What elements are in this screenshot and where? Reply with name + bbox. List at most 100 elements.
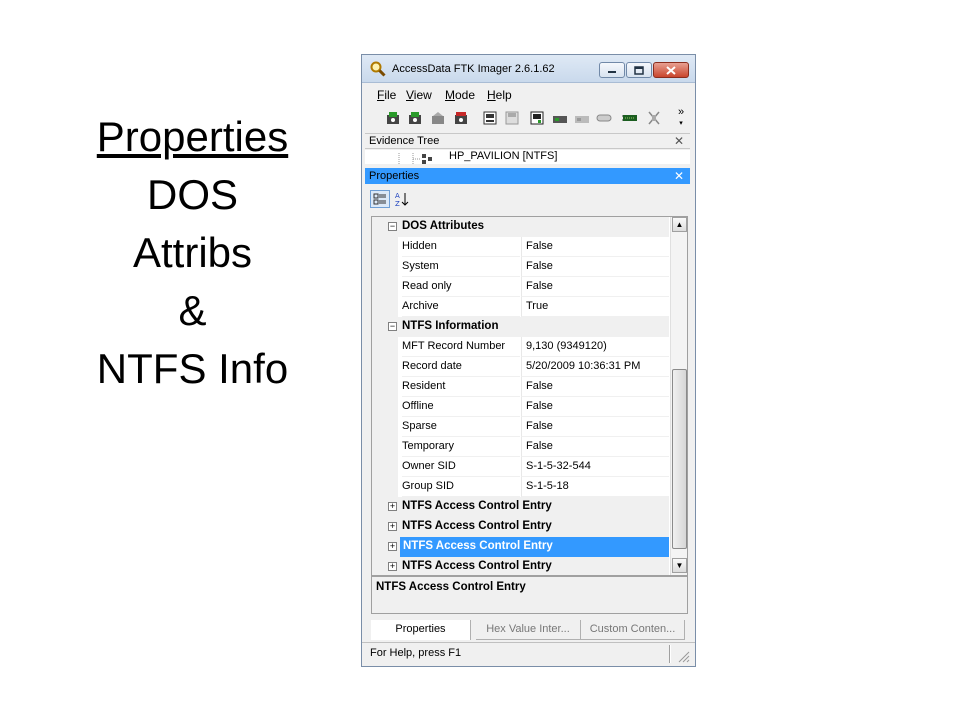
title-bar[interactable]: AccessData FTK Imager 2.6.1.62 bbox=[362, 55, 695, 83]
obtain-protected-files-icon[interactable] bbox=[552, 110, 568, 126]
close-icon bbox=[666, 65, 676, 75]
properties-close-icon[interactable]: ✕ bbox=[674, 169, 684, 183]
property-row[interactable]: Read only False bbox=[372, 277, 669, 297]
scroll-thumb[interactable] bbox=[672, 369, 687, 549]
collapse-icon[interactable]: − bbox=[388, 222, 397, 231]
categorized-icon bbox=[373, 193, 386, 205]
property-description: NTFS Access Control Entry bbox=[371, 576, 688, 614]
tree-node-label[interactable]: HP_PAVILION [NTFS] bbox=[449, 150, 557, 162]
expand-icon[interactable]: + bbox=[388, 502, 397, 511]
property-name: Group SID bbox=[402, 477, 520, 497]
description-title: NTFS Access Control Entry bbox=[376, 581, 526, 593]
toolbar-overflow-chevron[interactable]: » ▾ bbox=[675, 107, 687, 129]
expand-icon[interactable]: + bbox=[388, 522, 397, 531]
window-title: AccessData FTK Imager 2.6.1.62 bbox=[392, 63, 555, 75]
close-button[interactable] bbox=[653, 62, 689, 78]
property-value: False bbox=[521, 257, 669, 277]
minimize-button[interactable] bbox=[599, 62, 625, 78]
vertical-scrollbar[interactable]: ▲ ▼ bbox=[670, 217, 687, 575]
main-toolbar: » ▾ bbox=[362, 105, 695, 131]
property-value: 5/20/2009 10:36:31 PM bbox=[521, 357, 669, 377]
add-all-evidence-icon[interactable] bbox=[407, 110, 423, 126]
status-text: For Help, press F1 bbox=[370, 647, 462, 659]
property-row[interactable]: System False bbox=[372, 257, 669, 277]
category-ntfs-access-control-entry[interactable]: + NTFS Access Control Entry bbox=[372, 557, 669, 575]
property-name: System bbox=[402, 257, 520, 277]
capture-memory-icon[interactable] bbox=[529, 110, 545, 126]
remove-evidence-icon[interactable] bbox=[453, 110, 469, 126]
scroll-up-icon[interactable]: ▲ bbox=[672, 217, 687, 232]
property-name: Hidden bbox=[402, 237, 520, 257]
property-value: False bbox=[521, 397, 669, 417]
category-label: NTFS Access Control Entry bbox=[400, 537, 669, 557]
expand-icon[interactable]: + bbox=[388, 562, 397, 571]
menu-help[interactable]: Help bbox=[487, 88, 512, 102]
create-disk-image-icon[interactable] bbox=[482, 110, 498, 126]
property-value: 9,130 (9349120) bbox=[521, 337, 669, 357]
verify-drive-icon[interactable] bbox=[622, 110, 638, 126]
property-row[interactable]: Group SID S-1-5-18 bbox=[372, 477, 669, 497]
image-mounting-icon[interactable] bbox=[430, 110, 446, 126]
property-name: Sparse bbox=[402, 417, 520, 437]
property-value: False bbox=[521, 417, 669, 437]
evidence-tree-view[interactable]: HP_PAVILION [NTFS] bbox=[365, 150, 690, 164]
scroll-down-icon[interactable]: ▼ bbox=[672, 558, 687, 573]
resize-grip-icon[interactable] bbox=[676, 649, 690, 663]
category-ntfs-access-control-entry[interactable]: + NTFS Access Control Entry bbox=[372, 517, 669, 537]
ftk-imager-window: AccessData FTK Imager 2.6.1.62 File View… bbox=[361, 54, 696, 667]
alphabetical-sort-button[interactable]: A Z bbox=[392, 190, 412, 208]
menu-file[interactable]: File bbox=[377, 88, 396, 102]
property-value: S-1-5-32-544 bbox=[521, 457, 669, 477]
detect-efs-icon[interactable] bbox=[574, 110, 590, 126]
properties-title: Properties bbox=[369, 170, 420, 182]
property-row[interactable]: Owner SID S-1-5-32-544 bbox=[372, 457, 669, 477]
property-value: False bbox=[521, 237, 669, 257]
property-grid[interactable]: − DOS Attributes Hidden False System Fal… bbox=[371, 216, 688, 576]
maximize-button[interactable] bbox=[626, 62, 652, 78]
sort-az-icon: A Z bbox=[395, 192, 409, 207]
category-ntfs-access-control-entry-selected[interactable]: + NTFS Access Control Entry bbox=[372, 537, 669, 557]
property-value: False bbox=[521, 437, 669, 457]
tab-custom-content[interactable]: Custom Conten... bbox=[581, 620, 685, 640]
evidence-tree-close-icon[interactable]: ✕ bbox=[674, 134, 684, 148]
export-disk-image-icon[interactable] bbox=[504, 110, 520, 126]
property-row[interactable]: Temporary False bbox=[372, 437, 669, 457]
categorized-view-button[interactable] bbox=[370, 190, 390, 208]
category-ntfs-information[interactable]: − NTFS Information bbox=[372, 317, 669, 337]
category-dos-attributes[interactable]: − DOS Attributes bbox=[372, 217, 669, 237]
property-row[interactable]: Sparse False bbox=[372, 417, 669, 437]
expand-icon[interactable]: + bbox=[388, 542, 397, 551]
svg-text:Z: Z bbox=[395, 200, 400, 207]
menu-mode[interactable]: Mode bbox=[445, 88, 475, 102]
collapse-icon[interactable]: − bbox=[388, 322, 397, 331]
tab-hex-value-interpreter[interactable]: Hex Value Inter... bbox=[476, 620, 581, 640]
maximize-icon bbox=[634, 65, 644, 75]
property-name: Offline bbox=[402, 397, 520, 417]
category-label: NTFS Access Control Entry bbox=[402, 500, 552, 512]
property-name: Archive bbox=[402, 297, 520, 317]
menu-view[interactable]: View bbox=[406, 88, 432, 102]
property-name: Resident bbox=[402, 377, 520, 397]
properties-header: Properties ✕ bbox=[365, 168, 690, 184]
export-files-icon[interactable] bbox=[596, 110, 612, 126]
evidence-tree-header: Evidence Tree ✕ bbox=[365, 133, 690, 149]
property-row[interactable]: Hidden False bbox=[372, 237, 669, 257]
property-row[interactable]: Resident False bbox=[372, 377, 669, 397]
add-evidence-icon[interactable] bbox=[385, 110, 401, 126]
property-value: False bbox=[521, 277, 669, 297]
property-row[interactable]: Archive True bbox=[372, 297, 669, 317]
property-value: S-1-5-18 bbox=[521, 477, 669, 497]
property-value: True bbox=[521, 297, 669, 317]
property-row[interactable]: MFT Record Number 9,130 (9349120) bbox=[372, 337, 669, 357]
category-label: NTFS Access Control Entry bbox=[402, 520, 552, 532]
category-ntfs-access-control-entry[interactable]: + NTFS Access Control Entry bbox=[372, 497, 669, 517]
category-label: NTFS Access Control Entry bbox=[402, 560, 552, 572]
tab-properties[interactable]: Properties bbox=[371, 620, 471, 640]
property-name: MFT Record Number bbox=[402, 337, 520, 357]
property-row[interactable]: Record date 5/20/2009 10:36:31 PM bbox=[372, 357, 669, 377]
image-properties-icon[interactable] bbox=[646, 110, 662, 126]
magnifier-app-icon bbox=[370, 61, 386, 77]
evidence-tree-title: Evidence Tree bbox=[369, 135, 440, 147]
property-row[interactable]: Offline False bbox=[372, 397, 669, 417]
property-name: Record date bbox=[402, 357, 520, 377]
